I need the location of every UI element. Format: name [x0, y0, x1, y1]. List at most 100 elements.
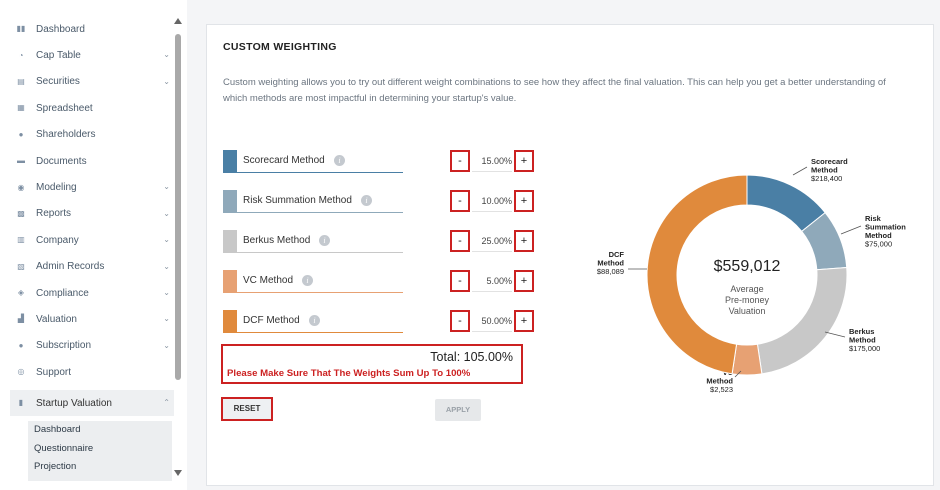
weight-input[interactable]: 10.00% [472, 190, 512, 212]
decrease-weight-button[interactable]: - [450, 190, 470, 212]
weight-row-risk-summation-method: Risk Summation Method i -10.00% + [223, 190, 534, 213]
info-icon[interactable]: i [361, 195, 372, 206]
decrease-weight-button[interactable]: - [450, 150, 470, 172]
weight-stepper: -15.00% + [450, 150, 538, 172]
submenu-item-questionnaire[interactable]: Questionnaire [28, 440, 172, 459]
sidebar-item-label: Company [36, 234, 79, 246]
sidebar-item-label: Securities [36, 76, 80, 88]
chevron-down-icon: ⌄ [163, 182, 170, 192]
sidebar-item-label: Startup Valuation [36, 397, 112, 409]
weight-row-berkus-method: Berkus Method i -25.00% + [223, 230, 534, 253]
sidebar-item-cap-table[interactable]: ◔ Cap Table ⌄ [10, 42, 174, 68]
spreadsheet-icon: ▦ [17, 103, 25, 113]
row-underline [223, 292, 403, 293]
securities-icon: ▤ [17, 76, 25, 86]
weight-input[interactable]: 5.00% [472, 270, 512, 292]
sidebar-item-admin-records[interactable]: ▧ Admin Records ⌄ [10, 254, 174, 280]
donut-slice-berkus-method[interactable] [756, 266, 848, 375]
slice-value-label: $75,000 [865, 240, 892, 249]
sidebar: ▮▮ Dashboard ◔ Cap Table ⌄ ▤ Securities ⌄ ▦ Sprea… [0, 0, 187, 490]
chevron-down-icon: ⌄ [163, 208, 170, 218]
sidebar-item-label: Admin Records [36, 261, 105, 273]
donut-slice-vc-method[interactable] [731, 343, 763, 376]
info-icon[interactable]: i [319, 235, 330, 246]
sidebar-item-reports[interactable]: ▩ Reports ⌄ [10, 201, 174, 227]
sidebar-item-subscription[interactable]: ● Subscription ⌄ [10, 333, 174, 359]
slice-leader-line [840, 225, 862, 235]
slice-label: Method [849, 336, 876, 345]
donut-slice-scorecard-method[interactable] [746, 174, 826, 233]
chevron-down-icon: ⌄ [163, 287, 170, 297]
dashboard-icon: ▮▮ [16, 24, 26, 34]
weight-row-vc-method: VC Method i -5.00% + [223, 270, 534, 293]
increase-weight-button[interactable]: + [514, 150, 534, 172]
total-label: Total: 105.00% [430, 350, 513, 364]
sidebar-nav: ▮▮ Dashboard ◔ Cap Table ⌄ ▤ Securities ⌄ ▦ Sprea… [10, 16, 174, 417]
weight-input[interactable]: 50.00% [472, 310, 512, 332]
center-caption: Average [730, 284, 763, 294]
apply-button[interactable]: APPLY [435, 399, 481, 421]
sidebar-item-modeling[interactable]: ◉ Modeling ⌄ [10, 174, 174, 200]
info-icon[interactable]: i [309, 315, 320, 326]
info-icon[interactable]: i [302, 275, 313, 286]
chevron-down-icon: ⌄ [163, 50, 170, 60]
submenu-item-dashboard[interactable]: Dashboard [28, 421, 172, 440]
sidebar-submenu: Dashboard Questionnaire Projection [28, 421, 172, 481]
info-icon[interactable]: i [334, 155, 345, 166]
submenu-item-projection[interactable]: Projection [28, 458, 172, 477]
sidebar-item-label: Support [36, 366, 72, 378]
center-caption: Pre-money [725, 295, 770, 305]
panel-description: Custom weighting allows you to try out d… [223, 77, 886, 104]
increase-weight-button[interactable]: + [514, 270, 534, 292]
slice-value-label: $175,000 [849, 344, 880, 353]
sidebar-item-support[interactable]: ◎ Support [10, 359, 174, 385]
sidebar-item-label: Shareholders [36, 129, 96, 141]
increase-weight-button[interactable]: + [514, 230, 534, 252]
donut-slice-risk-summation-method[interactable] [801, 211, 848, 271]
sidebar-item-startup-valuation[interactable]: ▮ Startup Valuation ⌃ [10, 390, 174, 417]
slice-label: Method [706, 377, 733, 386]
sidebar-item-spreadsheet[interactable]: ▦ Spreadsheet [10, 95, 174, 121]
decrease-weight-button[interactable]: - [450, 230, 470, 252]
custom-weighting-panel: CUSTOM WEIGHTING Custom weighting allows… [206, 24, 934, 486]
decrease-weight-button[interactable]: - [450, 270, 470, 292]
sidebar-item-documents[interactable]: ▬ Documents [10, 148, 174, 174]
support-icon: ◎ [17, 367, 25, 377]
slice-label: Scorecard [811, 157, 848, 166]
weight-input[interactable]: 15.00% [472, 150, 512, 172]
sidebar-item-securities[interactable]: ▤ Securities ⌄ [10, 69, 174, 95]
slice-label: Method [865, 231, 892, 240]
sidebar-item-label: Modeling [36, 182, 77, 194]
scrollbar-thumb[interactable] [175, 34, 181, 380]
scroll-up-arrow[interactable] [174, 18, 182, 24]
weight-stepper: -5.00% + [450, 270, 538, 292]
row-underline [223, 172, 403, 173]
sidebar-item-dashboard[interactable]: ▮▮ Dashboard [10, 16, 174, 42]
reset-button[interactable]: RESET [221, 397, 273, 421]
slice-leader-line [824, 331, 846, 338]
total-warning-box: Total: 105.00% Please Make Sure That The… [221, 344, 523, 384]
slice-label: Berkus [849, 327, 874, 336]
slice-value-label: $2,523 [710, 385, 733, 394]
increase-weight-button[interactable]: + [514, 310, 534, 332]
donut-slice-dcf-method[interactable] [646, 174, 748, 375]
sidebar-item-label: Reports [36, 208, 72, 220]
sidebar-item-valuation[interactable]: ▟ Valuation ⌄ [10, 306, 174, 332]
sidebar-item-shareholders[interactable]: ● Shareholders [10, 122, 174, 148]
slice-value-label: $88,089 [597, 267, 624, 276]
sidebar-item-compliance[interactable]: ◈ Compliance ⌄ [10, 280, 174, 306]
method-label: Scorecard Method [243, 155, 325, 166]
sidebar-item-company[interactable]: ▥ Company ⌄ [10, 227, 174, 253]
color-swatch [223, 230, 237, 252]
slice-leader-line [792, 166, 808, 176]
method-label: VC Method [243, 275, 294, 286]
decrease-weight-button[interactable]: - [450, 310, 470, 332]
chevron-down-icon: ⌄ [163, 314, 170, 324]
bulb-icon: ◉ [17, 182, 25, 192]
scroll-down-arrow[interactable] [174, 470, 182, 476]
weight-input[interactable]: 25.00% [472, 230, 512, 252]
slice-label: Summation [865, 223, 906, 232]
increase-weight-button[interactable]: + [514, 190, 534, 212]
method-label: Risk Summation Method [243, 195, 352, 206]
chevron-down-icon: ⌄ [163, 340, 170, 350]
